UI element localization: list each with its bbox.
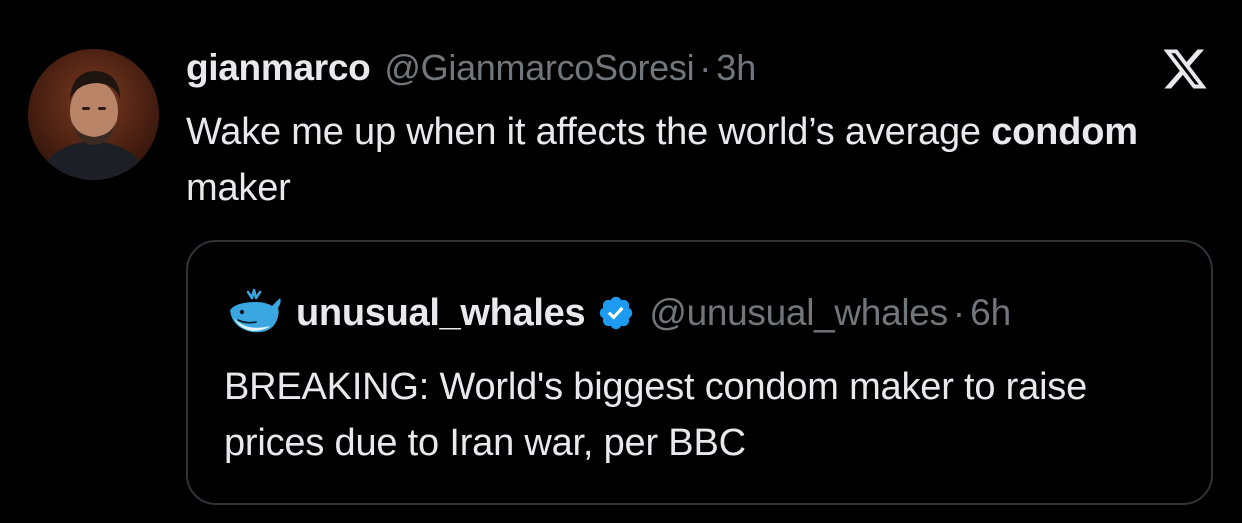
- whale-icon: [230, 288, 281, 333]
- author-handle[interactable]: @GianmarcoSoresi: [384, 47, 694, 89]
- separator-dot: ·: [699, 47, 712, 88]
- tweet-text-part1: Wake me up when it affects the world’s a…: [186, 111, 992, 153]
- tweet-time[interactable]: 3h: [716, 47, 756, 89]
- tweet-text-part2: maker: [186, 167, 291, 209]
- tweet-text: Wake me up when it affects the world’s a…: [186, 104, 1186, 216]
- tweet-header: gianmarco @GianmarcoSoresi · 3h: [186, 47, 756, 91]
- quoted-tweet-time[interactable]: 6h: [970, 292, 1011, 334]
- quoted-tweet-card[interactable]: unusual_whales @unusual_whales · 6h BREA…: [186, 240, 1213, 505]
- x-logo-icon: [1163, 49, 1207, 89]
- quoted-tweet-header: unusual_whales @unusual_whales · 6h: [226, 288, 1011, 338]
- quoted-author-name[interactable]: unusual_whales: [296, 292, 586, 335]
- quoted-author-handle[interactable]: @unusual_whales: [649, 292, 948, 334]
- quoted-separator-dot: ·: [952, 292, 966, 333]
- tweet-text-bold: condom: [991, 111, 1138, 153]
- author-avatar[interactable]: [28, 49, 159, 180]
- author-name[interactable]: gianmarco: [186, 47, 371, 89]
- person-avatar-icon: [28, 49, 159, 180]
- verified-badge-icon: [600, 296, 633, 330]
- quoted-tweet-text: BREAKING: World's biggest condom maker t…: [224, 366, 1088, 464]
